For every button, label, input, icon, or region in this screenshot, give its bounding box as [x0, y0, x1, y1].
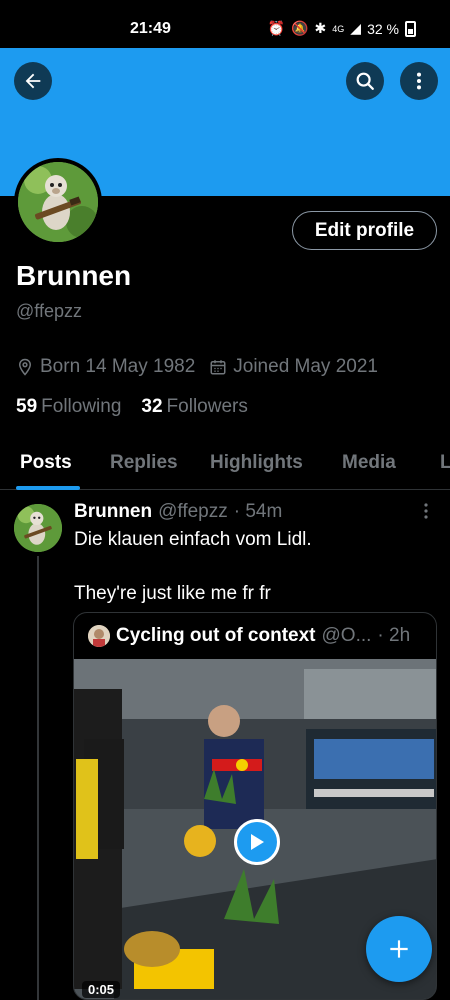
edit-profile-button[interactable]: Edit profile [292, 211, 437, 250]
quoted-author-avatar [88, 625, 110, 647]
monkey-avatar-image [14, 504, 62, 552]
cyclist-avatar-image [88, 625, 110, 647]
active-tab-indicator [16, 486, 80, 490]
thread-line [37, 556, 39, 1000]
plus-icon [390, 940, 408, 958]
location-pin-icon [18, 358, 32, 376]
quoted-author-handle: @O... [321, 625, 372, 646]
birth-date-text: Born 14 May 1982 [40, 356, 196, 377]
tab-posts[interactable]: Posts [20, 452, 72, 474]
arrow-left-icon [25, 73, 41, 89]
tab-highlights[interactable]: Highlights [210, 452, 303, 474]
followers-label: Followers [166, 396, 248, 417]
tab-replies[interactable]: Replies [110, 452, 178, 474]
post-text-line: Die klauen einfach vom Lidl. [74, 529, 312, 550]
battery-icon [405, 20, 416, 37]
more-vertical-icon [416, 72, 422, 90]
status-time: 21:49 [130, 20, 171, 37]
status-bar: 21:49 ⏰ 🔕 ✱ 4G ◢ 32 % [0, 0, 450, 48]
signal-icon: ◢ [350, 20, 362, 36]
following-count: 59 [16, 396, 38, 417]
back-button[interactable] [14, 62, 52, 100]
post-header: Brunnen @ffepzz · 54m [74, 501, 282, 523]
more-vertical-icon [424, 503, 428, 519]
compose-post-button[interactable] [366, 916, 432, 982]
post-author-avatar[interactable] [14, 504, 62, 552]
followers-link[interactable]: 32 Followers [141, 396, 247, 418]
search-button[interactable] [346, 62, 384, 100]
profile-avatar[interactable] [14, 158, 102, 246]
bluetooth-icon: ✱ [314, 20, 327, 36]
video-duration: 0:05 [82, 981, 121, 998]
following-label: Following [41, 396, 122, 417]
post-author-name[interactable]: Brunnen [74, 501, 152, 523]
monkey-avatar-image [18, 162, 98, 242]
post-text-line: They're just like me fr fr [74, 583, 271, 604]
quoted-post-header: Cycling out of context @O... · 2h [88, 625, 410, 647]
mute-icon: 🔕 [291, 20, 309, 36]
network-type: 4G [332, 23, 345, 34]
join-date-text: Joined May 2021 [233, 356, 378, 377]
quoted-post-time: · 2h [377, 625, 411, 646]
profile-meta: Born 14 May 1982 Joined May 2021 [16, 356, 378, 378]
calendar-icon [210, 360, 226, 375]
following-link[interactable]: 59 Following [16, 396, 121, 418]
birth-date: Born 14 May 1982 [16, 356, 195, 378]
follow-stats: 59 Following 32 Followers [16, 396, 248, 418]
post-more-button[interactable] [420, 502, 432, 525]
alarm-icon: ⏰ [267, 20, 286, 36]
join-date: Joined May 2021 [209, 356, 378, 378]
post-body: Die klauen einfach vom Lidl. They're jus… [74, 527, 434, 607]
post-author-handle[interactable]: @ffepzz [158, 501, 228, 523]
more-options-button[interactable] [400, 62, 438, 100]
play-icon [251, 834, 264, 850]
status-icons: ⏰ 🔕 ✱ 4G ◢ 32 % [268, 20, 416, 37]
search-icon [356, 72, 374, 90]
quoted-author-name: Cycling out of context [116, 625, 316, 646]
followers-count: 32 [141, 396, 163, 417]
play-button[interactable] [234, 819, 280, 865]
profile-display-name: Brunnen [16, 260, 132, 291]
tab-media[interactable]: Media [342, 452, 396, 474]
profile-handle: @ffepzz [16, 301, 82, 321]
profile-tabs: Posts Replies Highlights Media L [0, 440, 450, 490]
post-time: · 54m [233, 501, 283, 522]
tab-likes[interactable]: L [440, 452, 450, 474]
battery-percent: 32 % [367, 20, 399, 37]
